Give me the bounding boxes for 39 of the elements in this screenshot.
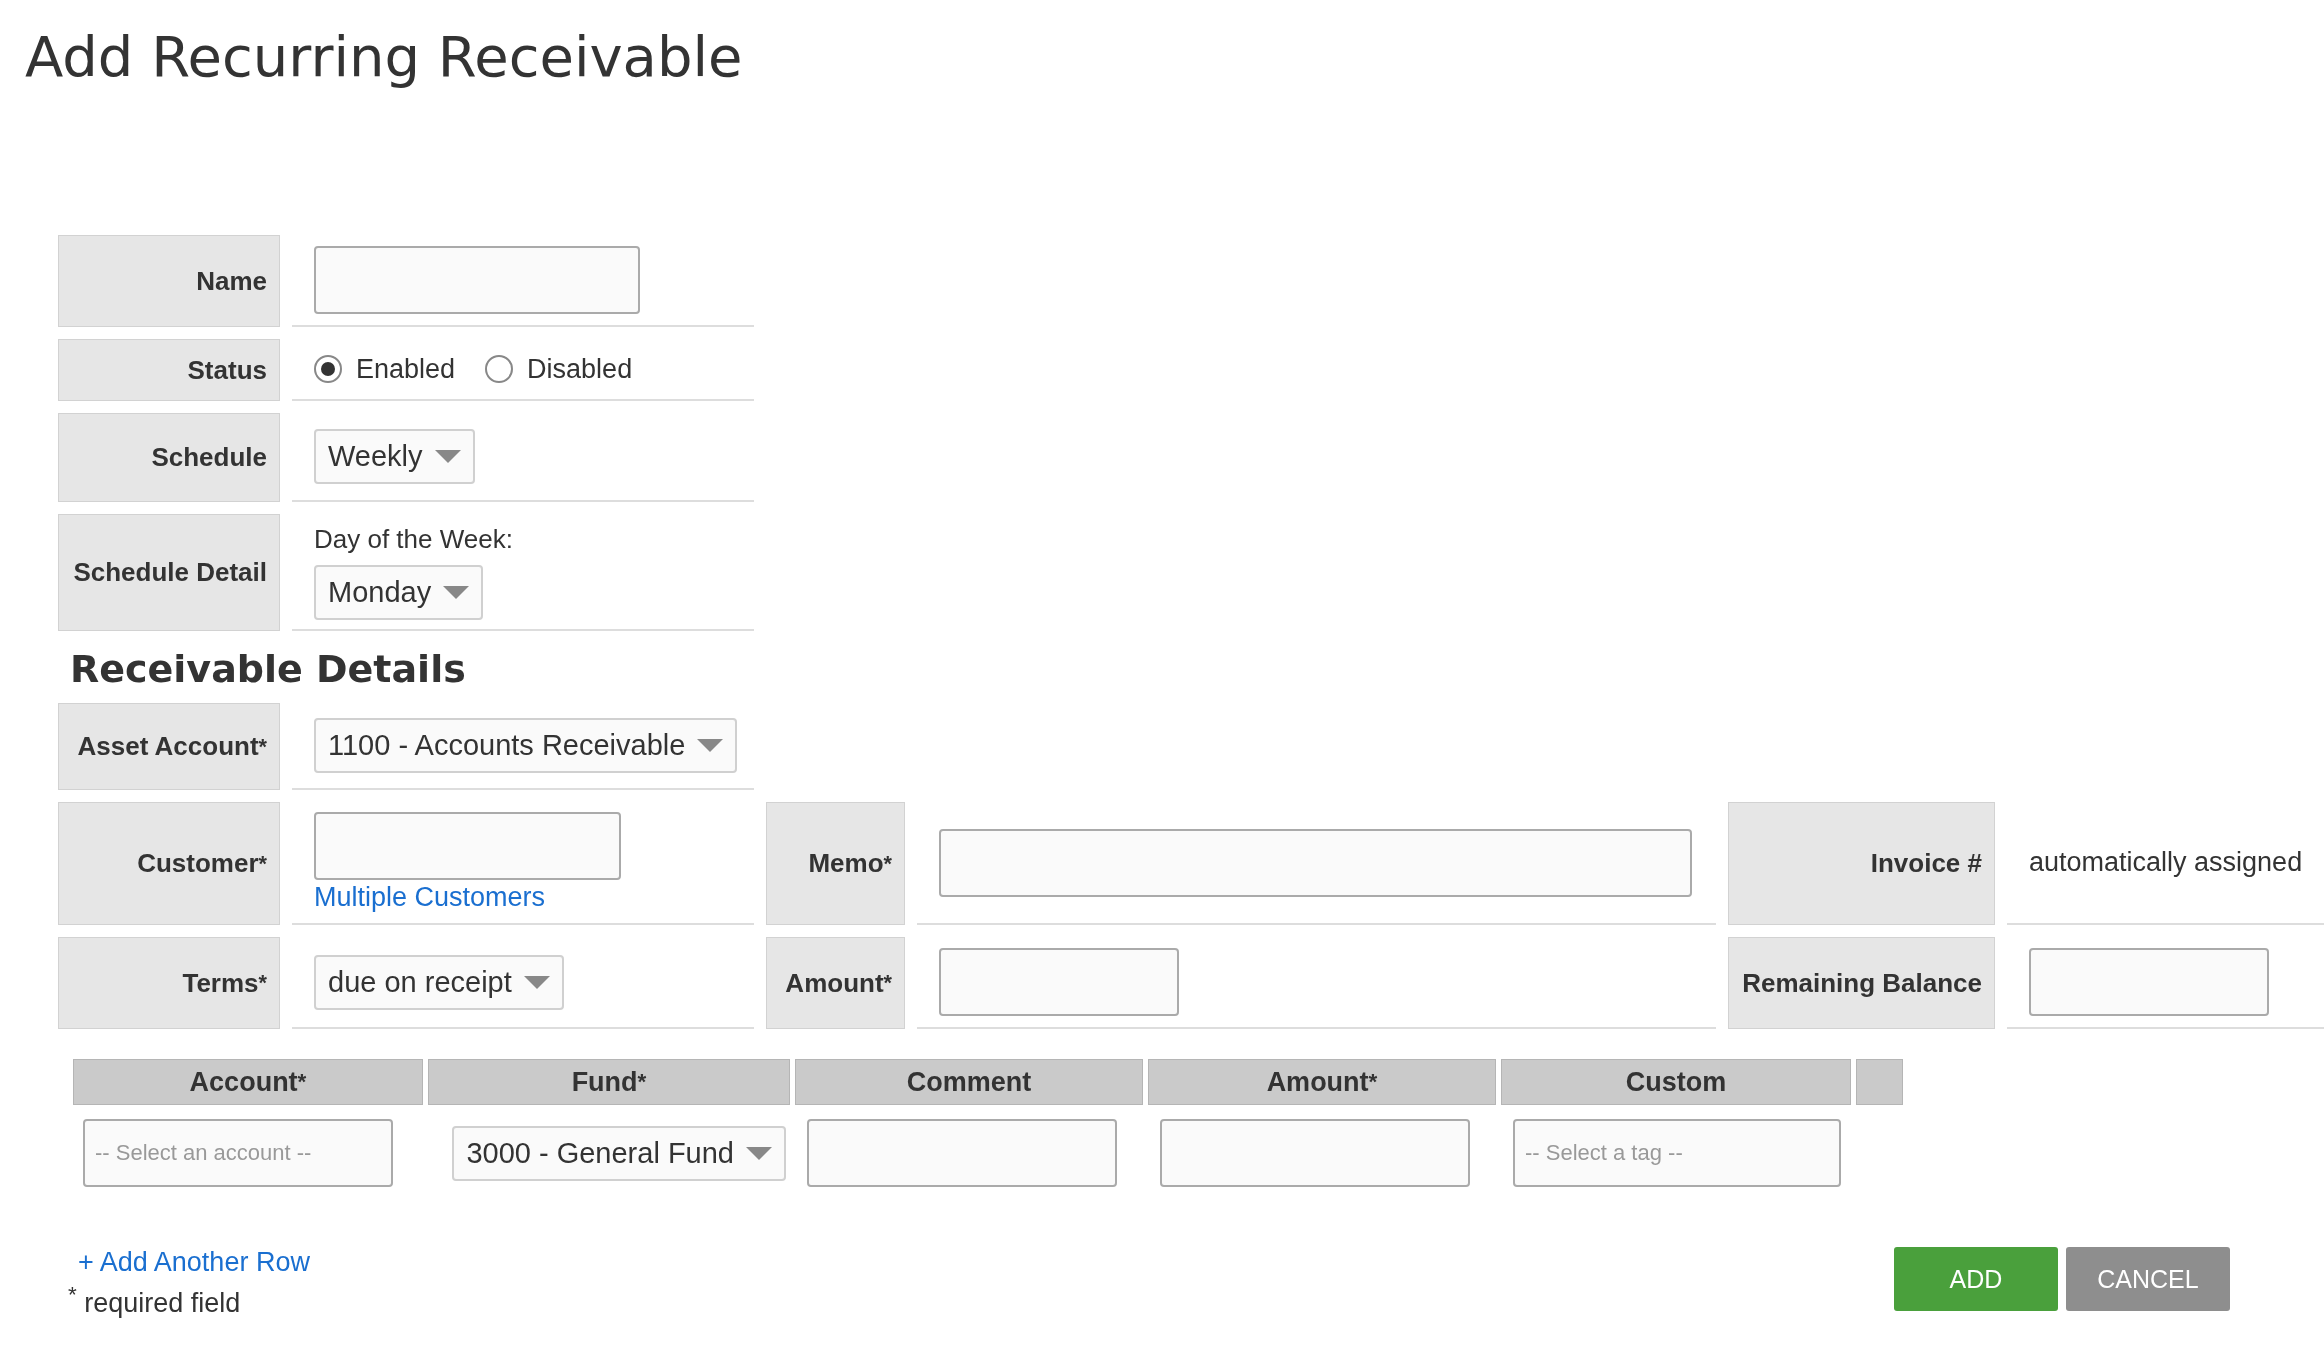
section-heading: Receivable Details [70, 647, 467, 691]
field-caption: Day of the Week: [314, 523, 513, 555]
terms-select[interactable]: due on receipt [314, 954, 564, 1010]
radio-button[interactable] [485, 355, 514, 383]
table-input[interactable]: -- Select an account -- [83, 1119, 393, 1187]
fund-select[interactable]: 3000 - General Fund [452, 1125, 786, 1181]
schedule-select[interactable]: Weekly [314, 429, 475, 484]
column-header [1856, 1059, 1903, 1105]
field-label: Name [58, 235, 280, 327]
multiple-customers-link[interactable]: Multiple Customers [314, 882, 546, 913]
caret-icon [434, 450, 461, 463]
radio-label[interactable]: Enabled [356, 353, 456, 385]
page-title: Add Recurring Receivable [25, 24, 744, 89]
memo-input[interactable] [939, 828, 1692, 897]
field-label: Invoice # [1728, 802, 1995, 925]
caret-icon [523, 975, 550, 989]
day-select[interactable]: Monday [314, 564, 484, 620]
account-select[interactable]: 1100 - Accounts Receivable [314, 718, 738, 773]
required-note: $^{*}$ required field [68, 1282, 242, 1319]
caret-icon [443, 585, 470, 599]
add-row-link[interactable]: + Add Another Row [78, 1247, 310, 1278]
caret-icon [697, 739, 724, 752]
caret-icon [746, 1146, 772, 1160]
table-input[interactable] [1160, 1119, 1470, 1187]
name-input[interactable] [314, 246, 640, 314]
radio-label[interactable]: Disabled [527, 353, 633, 385]
column-header: Comment [795, 1059, 1143, 1105]
field-label: Schedule Detail [58, 514, 280, 631]
radio-button[interactable] [314, 355, 342, 383]
customer-input[interactable] [314, 812, 621, 880]
amount-input[interactable] [939, 948, 1179, 1016]
invoice-value: automatically assigned [2029, 847, 2303, 878]
table-input[interactable] [807, 1119, 1117, 1187]
field-label: Schedule [58, 413, 280, 502]
balance-input[interactable] [2029, 948, 2269, 1016]
field-label: Status [58, 339, 280, 401]
table-input[interactable]: -- Select a tag -- [1513, 1119, 1841, 1187]
field-label: Remaining Balance [1728, 937, 1995, 1029]
column-header: Custom [1501, 1059, 1851, 1105]
